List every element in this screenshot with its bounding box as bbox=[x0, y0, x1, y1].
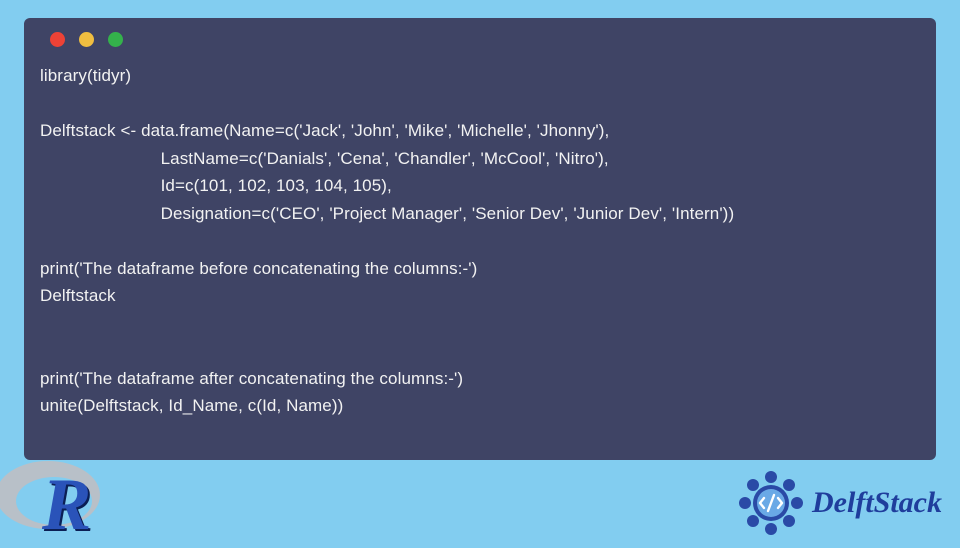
maximize-icon bbox=[108, 32, 123, 47]
close-icon bbox=[50, 32, 65, 47]
delftstack-brand: DelftStack bbox=[736, 468, 942, 538]
minimize-icon bbox=[79, 32, 94, 47]
code-block: library(tidyr) Delftstack <- data.frame(… bbox=[40, 62, 920, 420]
delftstack-logo-icon bbox=[736, 468, 806, 538]
svg-text:R: R bbox=[41, 464, 91, 543]
brand-name: DelftStack bbox=[812, 486, 942, 520]
window-titlebar bbox=[40, 18, 920, 60]
code-window: library(tidyr) Delftstack <- data.frame(… bbox=[24, 18, 936, 460]
r-language-logo-icon: R R bbox=[0, 443, 120, 548]
